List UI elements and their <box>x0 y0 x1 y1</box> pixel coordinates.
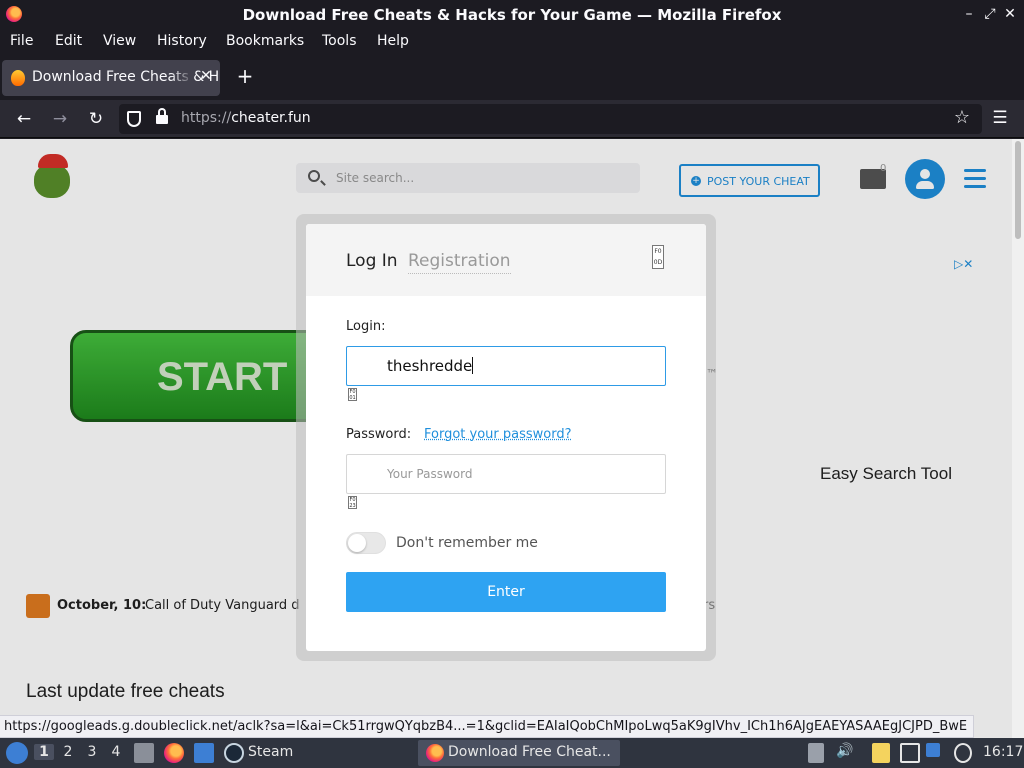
start-menu-icon[interactable] <box>6 742 28 764</box>
password-field-icon: F0 23 <box>348 496 357 509</box>
navigation-toolbar: ← → ↻ https://cheater.fun ☆ ☰ <box>0 100 1024 138</box>
bookmark-star-icon[interactable]: ☆ <box>954 107 970 128</box>
minimize-button[interactable]: – <box>960 5 978 23</box>
workspace-3[interactable]: 3 <box>82 744 102 760</box>
tab-login[interactable]: Log In <box>346 251 398 271</box>
steam-icon <box>224 743 244 763</box>
new-tab-button[interactable]: + <box>235 64 255 88</box>
menu-history[interactable]: History <box>157 33 207 49</box>
address-bar[interactable]: https://cheater.fun ☆ <box>119 104 982 134</box>
page-content: Site search... + POST YOUR CHEAT 0 ▷✕ ST… <box>0 139 1024 740</box>
forgot-password-link[interactable]: Forgot your password? <box>424 427 572 442</box>
remember-label[interactable]: Don't remember me <box>396 535 538 551</box>
menu-help[interactable]: Help <box>377 33 409 49</box>
login-modal: Log In Registration F0 0D Login: theshre… <box>306 224 706 651</box>
update-icon[interactable] <box>926 743 940 757</box>
remember-toggle[interactable] <box>346 532 386 554</box>
login-input[interactable]: theshredde <box>346 346 666 386</box>
menu-file[interactable]: File <box>10 33 33 49</box>
clock: 16:17 <box>983 744 1024 760</box>
steam-tray-icon[interactable] <box>954 743 972 763</box>
firefox-task-icon <box>426 744 444 762</box>
lock-icon[interactable] <box>156 108 168 125</box>
notes-tray-icon[interactable] <box>808 743 824 763</box>
workspace-1[interactable]: 1 <box>34 744 54 760</box>
enter-button[interactable]: Enter <box>346 572 666 612</box>
steam-task[interactable]: Steam <box>224 741 314 765</box>
fire-favicon-icon <box>11 70 25 86</box>
maximize-button[interactable]: ⤢ <box>981 5 999 23</box>
close-window-button[interactable]: ✕ <box>1001 5 1019 23</box>
password-input[interactable]: Your Password <box>346 454 666 494</box>
window-title: Download Free Cheats & Hacks for Your Ga… <box>242 6 782 24</box>
volume-icon[interactable]: 🔊 <box>836 743 856 763</box>
password-label: Password: <box>346 427 412 442</box>
modal-tabs: Log In Registration F0 0D <box>306 224 706 296</box>
tracking-shield-icon[interactable] <box>127 111 141 127</box>
link-status-bar: https://googleads.g.doubleclick.net/aclk… <box>0 715 975 738</box>
network-icon[interactable] <box>900 743 920 763</box>
url-text[interactable]: https://cheater.fun <box>181 110 311 126</box>
forward-button[interactable]: → <box>49 108 71 130</box>
workspace-2[interactable]: 2 <box>58 744 78 760</box>
menu-edit[interactable]: Edit <box>55 33 82 49</box>
menu-tools[interactable]: Tools <box>322 33 357 49</box>
login-field-icon: F0 01 <box>348 388 357 401</box>
login-modal-frame: Log In Registration F0 0D Login: theshre… <box>296 214 716 661</box>
menu-bookmarks[interactable]: Bookmarks <box>226 33 304 49</box>
workspace-4[interactable]: 4 <box>106 744 126 760</box>
tab-bar: Download Free Cheats & Hacks for Your Ga… <box>0 54 1024 100</box>
tab-close-button[interactable]: ✕ <box>198 68 214 86</box>
close-icon[interactable]: F0 0D <box>652 245 664 269</box>
file-manager-icon[interactable] <box>134 743 154 763</box>
menu-bar: File Edit View History Bookmarks Tools H… <box>0 30 1024 54</box>
clipboard-icon[interactable] <box>872 743 890 763</box>
tab-registration[interactable]: Registration <box>408 251 511 274</box>
login-label: Login: <box>346 319 386 334</box>
window-titlebar: Download Free Cheats & Hacks for Your Ga… <box>0 0 1024 30</box>
page-scrollbar[interactable] <box>1012 139 1024 740</box>
reload-button[interactable]: ↻ <box>85 108 107 130</box>
firefox-task[interactable]: Download Free Cheat... <box>418 740 620 766</box>
back-button[interactable]: ← <box>13 108 35 130</box>
menu-view[interactable]: View <box>103 33 136 49</box>
firefox-launcher-icon[interactable] <box>164 743 184 763</box>
desktop-icon[interactable] <box>194 743 214 763</box>
app-menu-button[interactable]: ☰ <box>990 108 1010 130</box>
tab-active[interactable]: Download Free Cheats & Hacks for Your Ga… <box>2 60 220 96</box>
taskbar: 1 2 3 4 Steam Download Free Cheat... 🔊 1… <box>0 738 1024 768</box>
